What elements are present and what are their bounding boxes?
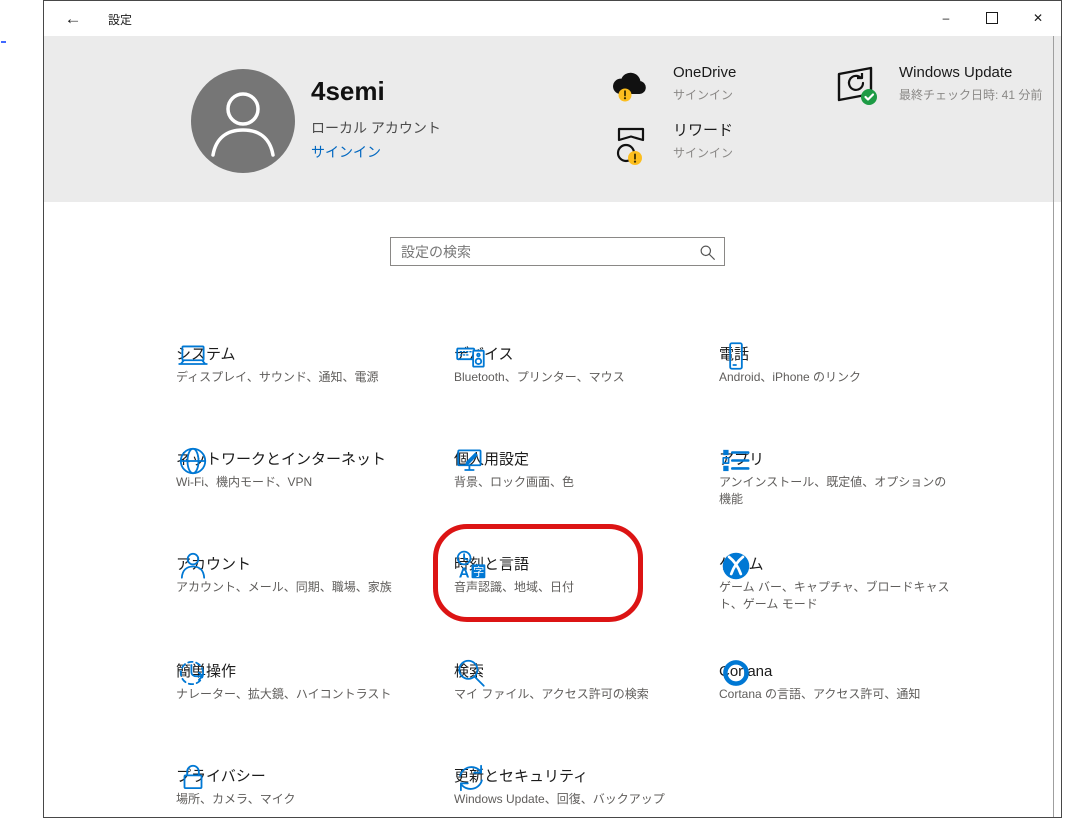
settings-tile-apps[interactable]: アプリ アンインストール、既定値、オプションの機能 xyxy=(719,432,958,508)
stray-mark xyxy=(1,41,6,43)
laptop-icon xyxy=(176,339,210,373)
tile-subtitle: Android、iPhone のリンク xyxy=(719,370,862,384)
lock-icon xyxy=(176,761,210,795)
cortana-icon xyxy=(719,656,753,690)
account-type-label: ローカル アカウント xyxy=(311,120,441,136)
svg-text:A: A xyxy=(459,566,470,582)
xbox-icon xyxy=(719,549,753,583)
tile-title: 時刻と言語 xyxy=(454,556,530,573)
tile-subtitle: 背景、ロック画面、色 xyxy=(454,475,575,489)
settings-tile-accounts[interactable]: アカウント アカウント、メール、同期、職場、家族 xyxy=(176,537,428,596)
windows-update-title: Windows Update xyxy=(899,64,1013,81)
onedrive-status: サインイン xyxy=(673,88,734,102)
tile-subtitle: Cortana の言語、アクセス許可、通知 xyxy=(719,687,921,701)
svg-text:字: 字 xyxy=(473,566,484,579)
window-title: 設定 xyxy=(108,13,133,27)
settings-tile-personalization[interactable]: 個人用設定 背景、ロック画面、色 xyxy=(454,432,711,491)
settings-tile-network[interactable]: ネットワークとインターネット Wi-Fi、機内モード、VPN xyxy=(176,432,438,491)
user-name: 4semi xyxy=(311,76,385,106)
windows-update-item[interactable]: Windows Update 最終チェック日時: 41 分前 xyxy=(899,64,1061,104)
close-button[interactable]: ✕ xyxy=(1015,1,1061,35)
ease-of-access-icon xyxy=(176,656,210,690)
tile-title: システム xyxy=(176,346,236,363)
tile-title: ネットワークとインターネット xyxy=(176,451,387,468)
title-bar: ← 設定 – ✕ xyxy=(44,1,1061,36)
person-icon xyxy=(176,549,210,583)
tile-subtitle: アンインストール、既定値、オプションの機能 xyxy=(719,475,947,506)
tile-title: アカウント xyxy=(176,556,252,573)
settings-tile-phone[interactable]: 電話 Android、iPhone のリンク xyxy=(719,327,966,386)
onedrive-cloud-icon xyxy=(607,66,653,111)
settings-tile-search[interactable]: 検索 マイ ファイル、アクセス許可の検索 xyxy=(454,644,716,703)
settings-tile-update-security[interactable]: 更新とセキュリティ Windows Update、回復、バックアップ xyxy=(454,749,679,808)
settings-tile-system[interactable]: システム ディスプレイ、サウンド、通知、電源 xyxy=(176,327,433,386)
tile-subtitle: 場所、カメラ、マイク xyxy=(176,792,296,806)
maximize-button[interactable] xyxy=(969,1,1015,35)
avatar[interactable] xyxy=(191,69,295,173)
user-signin-link[interactable]: サインイン xyxy=(311,142,381,162)
tile-subtitle: ディスプレイ、サウンド、通知、電源 xyxy=(176,370,379,384)
person-avatar-icon xyxy=(211,92,275,157)
settings-search-box xyxy=(390,237,725,266)
onedrive-title: OneDrive xyxy=(673,64,737,81)
tile-subtitle: ゲーム バー、キャプチャ、ブロードキャスト、ゲーム モード xyxy=(719,580,950,611)
apps-list-icon xyxy=(719,444,753,478)
rewards-item[interactable]: リワード サインイン xyxy=(673,122,793,162)
tile-subtitle: Wi-Fi、機内モード、VPN xyxy=(176,475,313,489)
tile-title: デバイス xyxy=(454,345,716,365)
minimize-button[interactable]: – xyxy=(923,1,969,35)
tile-title: 電話 xyxy=(719,346,750,363)
search-icon xyxy=(699,244,716,266)
header-band: 4semi ローカル アカウント サインイン OneDrive サインイン リワ… xyxy=(44,36,1061,202)
tile-title: 簡単操作 xyxy=(176,663,237,680)
tile-subtitle: 音声認識、地域、日付 xyxy=(454,580,575,594)
settings-window: ← 設定 – ✕ 4semi ローカル アカウント サインイン OneDrive… xyxy=(43,0,1062,818)
tile-title: アプリ xyxy=(719,451,765,468)
tile-title: Cortana xyxy=(719,663,773,680)
settings-tile-privacy[interactable]: プライバシー 場所、カメラ、マイク xyxy=(176,749,423,808)
phone-icon xyxy=(719,339,753,373)
personalization-icon xyxy=(454,444,488,478)
maximize-icon xyxy=(986,12,998,24)
globe-icon xyxy=(176,444,210,478)
rewards-medal-icon xyxy=(611,126,651,175)
tile-subtitle: マイ ファイル、アクセス許可の検索 xyxy=(454,687,649,701)
tile-subtitle: Bluetooth、プリンター、マウス xyxy=(454,370,625,384)
settings-tile-ease-of-access[interactable]: 簡単操作 ナレーター、拡大鏡、ハイコントラスト xyxy=(176,644,443,703)
settings-tile-time-language[interactable]: A字 時刻と言語 音声認識、地域、日付 xyxy=(454,537,713,596)
windows-update-status: 最終チェック日時: 41 分前 xyxy=(899,88,1043,102)
tile-subtitle: ナレーター、拡大鏡、ハイコントラスト xyxy=(176,687,392,701)
onedrive-item[interactable]: OneDrive サインイン xyxy=(673,64,793,104)
search-input[interactable] xyxy=(391,238,724,265)
settings-tile-gaming[interactable]: ゲーム ゲーム バー、キャプチャ、ブロードキャスト、ゲーム モード xyxy=(719,537,962,613)
search-icon xyxy=(454,656,488,690)
time-language-icon: A字 xyxy=(454,549,488,583)
back-button[interactable]: ← xyxy=(58,6,88,32)
tile-subtitle: アカウント、メール、同期、職場、家族 xyxy=(176,580,392,594)
settings-tile-cortana[interactable]: Cortana Cortana の言語、アクセス許可、通知 xyxy=(719,644,951,703)
rewards-title: リワード xyxy=(673,122,734,139)
tile-title: プライバシー xyxy=(176,768,266,785)
tile-title: ゲーム xyxy=(719,555,962,575)
tile-title: 個人用設定 xyxy=(454,451,530,468)
tile-title: 検索 xyxy=(454,663,485,680)
settings-tile-devices[interactable]: デバイス Bluetooth、プリンター、マウス xyxy=(454,327,716,386)
windows-update-icon xyxy=(831,64,881,113)
rewards-status: サインイン xyxy=(673,146,734,160)
refresh-icon xyxy=(454,761,488,795)
devices-icon xyxy=(454,339,488,373)
scrollbar[interactable] xyxy=(1053,36,1054,817)
